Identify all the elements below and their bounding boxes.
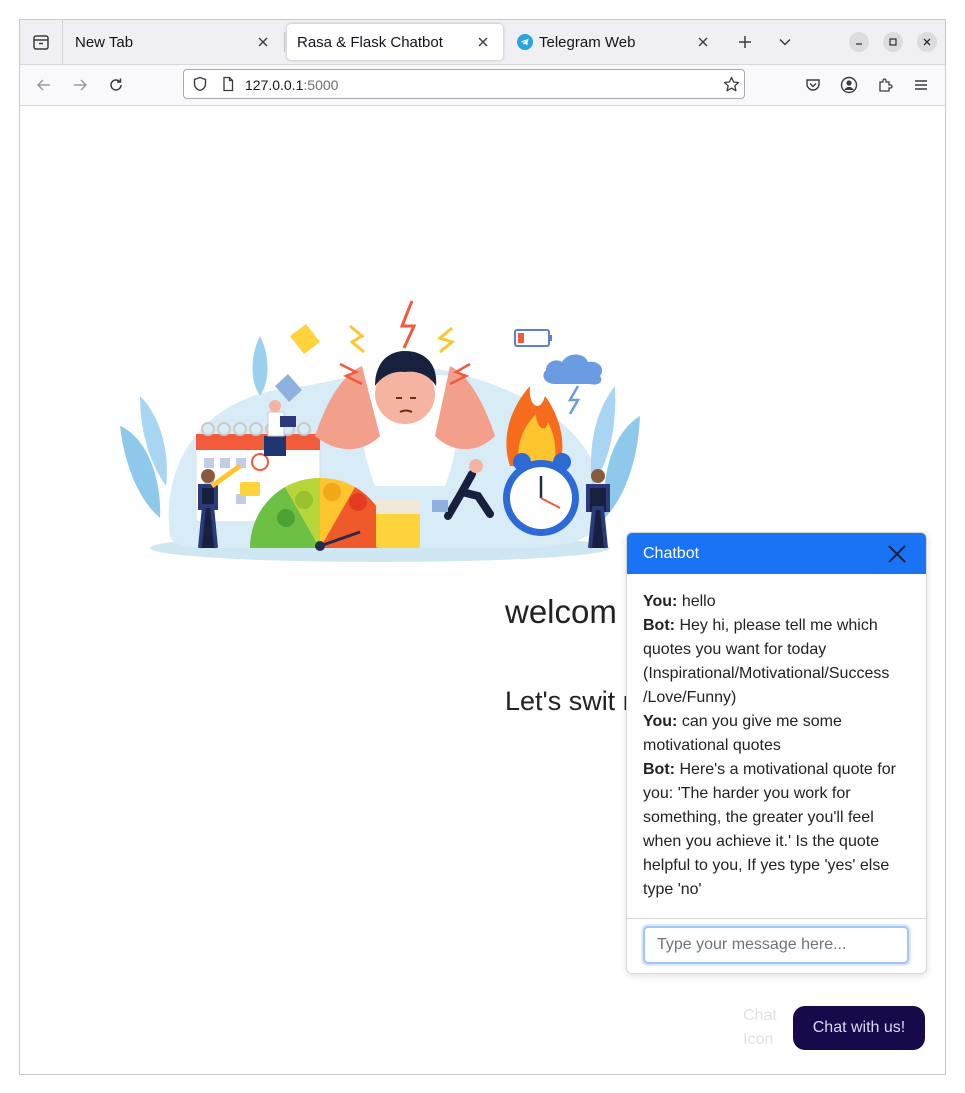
pocket-button[interactable]: [803, 75, 823, 95]
extensions-button[interactable]: [875, 75, 895, 95]
reload-icon: [110, 78, 122, 91]
tab-strip: New Tab Rasa & Flask Chatbot Telegram We…: [20, 20, 945, 65]
chat-message: You: hello: [643, 590, 911, 614]
chat-message-input[interactable]: [643, 926, 909, 964]
account-button[interactable]: [839, 75, 859, 95]
close-tab-icon[interactable]: [473, 32, 493, 52]
minimize-button[interactable]: [849, 32, 869, 52]
new-tab-button[interactable]: [735, 32, 755, 52]
chevron-down-icon: [779, 38, 791, 46]
puzzle-icon: [879, 78, 893, 92]
firefox-view-icon: [33, 35, 49, 50]
chat-title: Chatbot: [643, 545, 700, 562]
url-host: 127.0.0.1: [245, 77, 304, 93]
forward-button[interactable]: [70, 75, 90, 95]
arrow-left-icon: [36, 79, 50, 91]
chat-icon-alt-text[interactable]: Chat Icon: [743, 1004, 783, 1052]
bookmark-star-icon[interactable]: [723, 76, 740, 93]
nav-bar: 127.0.0.1:5000: [20, 65, 945, 106]
shield-icon[interactable]: [192, 76, 208, 92]
chat-message: Bot: Hey hi, please tell me which quotes…: [643, 614, 911, 710]
tab-telegram-web[interactable]: Telegram Web: [507, 24, 723, 60]
message-text: Hey hi, please tell me which quotes you …: [643, 617, 890, 706]
hamburger-icon: [915, 80, 927, 90]
chat-messages: You: hello Bot: Hey hi, please tell me w…: [643, 590, 911, 902]
stressed-man-illustration: [120, 300, 640, 562]
close-tab-icon[interactable]: [693, 32, 713, 52]
message-speaker: Bot:: [643, 617, 675, 634]
chat-footer: [627, 918, 926, 973]
url-port: :5000: [303, 77, 339, 93]
chat-message: Bot: Here's a motivational quote for you…: [643, 758, 911, 902]
message-text: hello: [681, 593, 716, 610]
message-speaker: Bot:: [643, 761, 675, 778]
back-button[interactable]: [34, 75, 54, 95]
list-all-tabs-button[interactable]: [775, 32, 795, 52]
plus-icon: [739, 36, 751, 48]
close-icon: [923, 38, 931, 46]
arrow-right-icon: [74, 79, 88, 91]
tab-rasa-flask-chatbot[interactable]: Rasa & Flask Chatbot: [287, 24, 503, 60]
chat-header: Chatbot: [627, 533, 926, 574]
reload-button[interactable]: [106, 75, 126, 95]
page-icon[interactable]: [220, 76, 236, 92]
telegram-icon: [517, 34, 533, 50]
maximize-button[interactable]: [883, 32, 903, 52]
chat-message: You: can you give me some motivational q…: [643, 710, 911, 758]
tab-new-tab[interactable]: New Tab: [65, 24, 285, 60]
chat-with-us-button[interactable]: Chat with us!: [793, 1006, 925, 1050]
menu-button[interactable]: [911, 75, 931, 95]
message-speaker: You:: [643, 713, 678, 730]
firefox-view-button[interactable]: [20, 20, 63, 64]
message-text: Here's a motivational quote for you: 'Th…: [643, 761, 896, 898]
browser-window: New Tab Rasa & Flask Chatbot Telegram We…: [19, 19, 946, 1075]
pocket-icon: [806, 79, 820, 91]
message-speaker: You:: [643, 593, 678, 610]
close-icon[interactable]: [886, 543, 908, 565]
tab-label: New Tab: [75, 33, 134, 51]
chatbot-window: Chatbot You: hello Bot: Hey hi, please t…: [626, 532, 927, 974]
account-icon: [840, 76, 858, 94]
address-bar[interactable]: 127.0.0.1:5000: [183, 69, 745, 99]
tab-label: Rasa & Flask Chatbot: [297, 33, 443, 51]
url-text[interactable]: 127.0.0.1:5000: [245, 77, 338, 93]
page-content: welcom my Cha Let's swit mood! Chatbot Y…: [20, 106, 945, 1074]
close-window-button[interactable]: [917, 32, 937, 52]
close-tab-icon[interactable]: [253, 32, 273, 52]
tab-label: Telegram Web: [539, 33, 636, 51]
minimize-icon: [856, 43, 862, 45]
maximize-icon: [889, 38, 897, 46]
